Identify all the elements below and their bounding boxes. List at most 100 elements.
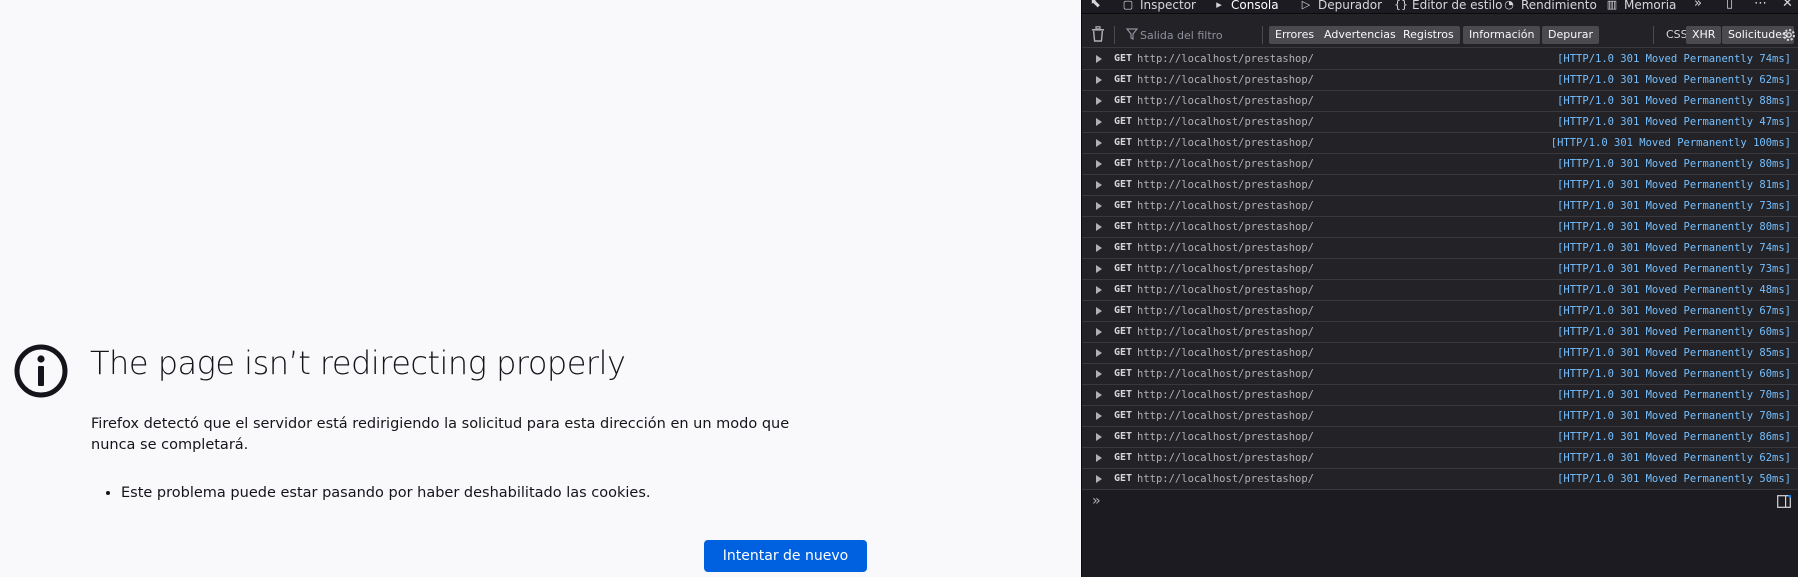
expand-triangle-icon[interactable] [1096, 223, 1102, 231]
log-row[interactable]: GET http://localhost/prestashop/ [HTTP/1.0… [1082, 175, 1798, 196]
log-row[interactable]: GET http://localhost/prestashop/ [HTTP/1.0… [1082, 301, 1798, 322]
expand-triangle-icon[interactable] [1096, 97, 1102, 105]
request-status[interactable]: [HTTP/1.0 301 Moved Permanently 100ms] [1551, 133, 1791, 153]
request-status[interactable]: [HTTP/1.0 301 Moved Permanently 80ms] [1557, 154, 1791, 174]
request-url[interactable]: http://localhost/prestashop/ [1137, 427, 1314, 447]
log-row[interactable]: GET http://localhost/prestashop/ [HTTP/1.0… [1082, 112, 1798, 133]
tab-console[interactable]: ▸ Consola [1213, 0, 1278, 13]
log-row[interactable]: GET http://localhost/prestashop/ [HTTP/1.0… [1082, 49, 1798, 70]
log-row[interactable]: GET http://localhost/prestashop/ [HTTP/1.0… [1082, 385, 1798, 406]
log-row[interactable]: GET http://localhost/prestashop/ [HTTP/1.0… [1082, 259, 1798, 280]
dock-icon[interactable]: ▯ [1726, 0, 1733, 11]
filter-logs-button[interactable]: Registros [1397, 26, 1460, 44]
request-status[interactable]: [HTTP/1.0 301 Moved Permanently 50ms] [1557, 469, 1791, 489]
request-status[interactable]: [HTTP/1.0 301 Moved Permanently 62ms] [1557, 70, 1791, 90]
request-status[interactable]: [HTTP/1.0 301 Moved Permanently 62ms] [1557, 448, 1791, 468]
request-url[interactable]: http://localhost/prestashop/ [1137, 175, 1314, 195]
log-row[interactable]: GET http://localhost/prestashop/ [HTTP/1.0… [1082, 217, 1798, 238]
request-url[interactable]: http://localhost/prestashop/ [1137, 49, 1314, 69]
tab-style-editor[interactable]: {} Editor de estilo [1394, 0, 1503, 13]
request-status[interactable]: [HTTP/1.0 301 Moved Permanently 73ms] [1557, 259, 1791, 279]
request-status[interactable]: [HTTP/1.0 301 Moved Permanently 60ms] [1557, 364, 1791, 384]
filter-xhr-button[interactable]: XHR [1686, 26, 1722, 44]
log-row[interactable]: GET http://localhost/prestashop/ [HTTP/1.0… [1082, 70, 1798, 91]
log-row[interactable]: GET http://localhost/prestashop/ [HTTP/1.0… [1082, 406, 1798, 427]
overflow-chevron-icon[interactable]: » [1694, 0, 1702, 11]
request-status[interactable]: [HTTP/1.0 301 Moved Permanently 74ms] [1557, 49, 1791, 69]
request-status[interactable]: [HTTP/1.0 301 Moved Permanently 70ms] [1557, 406, 1791, 426]
expand-triangle-icon[interactable] [1096, 391, 1102, 399]
request-url[interactable]: http://localhost/prestashop/ [1137, 469, 1314, 489]
log-row[interactable]: GET http://localhost/prestashop/ [HTTP/1.0… [1082, 364, 1798, 385]
expand-triangle-icon[interactable] [1096, 118, 1102, 126]
expand-triangle-icon[interactable] [1096, 202, 1102, 210]
more-options-icon[interactable]: ⋯ [1754, 0, 1767, 11]
request-status[interactable]: [HTTP/1.0 301 Moved Permanently 74ms] [1557, 238, 1791, 258]
trash-icon[interactable] [1091, 26, 1105, 42]
expand-triangle-icon[interactable] [1096, 76, 1102, 84]
request-status[interactable]: [HTTP/1.0 301 Moved Permanently 73ms] [1557, 196, 1791, 216]
request-url[interactable]: http://localhost/prestashop/ [1137, 406, 1314, 426]
request-url[interactable]: http://localhost/prestashop/ [1137, 91, 1314, 111]
request-url[interactable]: http://localhost/prestashop/ [1137, 280, 1314, 300]
tab-debugger[interactable]: ▷ Depurador [1300, 0, 1382, 13]
request-status[interactable]: [HTTP/1.0 301 Moved Permanently 70ms] [1557, 385, 1791, 405]
expand-triangle-icon[interactable] [1096, 181, 1102, 189]
request-url[interactable]: http://localhost/prestashop/ [1137, 301, 1314, 321]
request-url[interactable]: http://localhost/prestashop/ [1137, 133, 1314, 153]
expand-triangle-icon[interactable] [1096, 370, 1102, 378]
filter-info-button[interactable]: Información [1463, 26, 1541, 44]
expand-triangle-icon[interactable] [1096, 307, 1102, 315]
request-url[interactable]: http://localhost/prestashop/ [1137, 322, 1314, 342]
expand-triangle-icon[interactable] [1096, 475, 1102, 483]
log-row[interactable]: GET http://localhost/prestashop/ [HTTP/1.0… [1082, 448, 1798, 469]
request-status[interactable]: [HTTP/1.0 301 Moved Permanently 47ms] [1557, 112, 1791, 132]
gear-icon[interactable] [1781, 27, 1797, 43]
expand-triangle-icon[interactable] [1096, 244, 1102, 252]
log-row[interactable]: GET http://localhost/prestashop/ [HTTP/1.0… [1082, 427, 1798, 448]
editor-mode-icon[interactable] [1777, 495, 1791, 508]
log-row[interactable]: GET http://localhost/prestashop/ [HTTP/1.0… [1082, 280, 1798, 301]
request-url[interactable]: http://localhost/prestashop/ [1137, 112, 1314, 132]
element-picker-icon[interactable]: ⬉ [1090, 0, 1101, 11]
log-row[interactable]: GET http://localhost/prestashop/ [HTTP/1.0… [1082, 343, 1798, 364]
request-status[interactable]: [HTTP/1.0 301 Moved Permanently 48ms] [1557, 280, 1791, 300]
log-row[interactable]: GET http://localhost/prestashop/ [HTTP/1.0… [1082, 196, 1798, 217]
expand-triangle-icon[interactable] [1096, 433, 1102, 441]
close-icon[interactable]: ✕ [1782, 0, 1793, 11]
expand-triangle-icon[interactable] [1096, 349, 1102, 357]
tab-inspector[interactable]: ▢ Inspector [1122, 0, 1196, 13]
request-status[interactable]: [HTTP/1.0 301 Moved Permanently 81ms] [1557, 175, 1791, 195]
request-url[interactable]: http://localhost/prestashop/ [1137, 364, 1314, 384]
expand-triangle-icon[interactable] [1096, 412, 1102, 420]
request-status[interactable]: [HTTP/1.0 301 Moved Permanently 85ms] [1557, 343, 1791, 363]
expand-triangle-icon[interactable] [1096, 454, 1102, 462]
request-url[interactable]: http://localhost/prestashop/ [1137, 154, 1314, 174]
request-status[interactable]: [HTTP/1.0 301 Moved Permanently 60ms] [1557, 322, 1791, 342]
request-url[interactable]: http://localhost/prestashop/ [1137, 259, 1314, 279]
request-url[interactable]: http://localhost/prestashop/ [1137, 70, 1314, 90]
expand-triangle-icon[interactable] [1096, 265, 1102, 273]
retry-button[interactable]: Intentar de nuevo [704, 540, 867, 572]
request-status[interactable]: [HTTP/1.0 301 Moved Permanently 88ms] [1557, 91, 1791, 111]
expand-triangle-icon[interactable] [1096, 160, 1102, 168]
request-url[interactable]: http://localhost/prestashop/ [1137, 448, 1314, 468]
expand-triangle-icon[interactable] [1096, 139, 1102, 147]
tab-memory[interactable]: ▥ Memoria [1606, 0, 1677, 13]
request-status[interactable]: [HTTP/1.0 301 Moved Permanently 86ms] [1557, 427, 1791, 447]
request-url[interactable]: http://localhost/prestashop/ [1137, 343, 1314, 363]
console-input[interactable] [1112, 493, 1752, 511]
filter-input[interactable] [1140, 25, 1258, 45]
request-url[interactable]: http://localhost/prestashop/ [1137, 196, 1314, 216]
log-row[interactable]: GET http://localhost/prestashop/ [HTTP/1.0… [1082, 133, 1798, 154]
filter-warnings-button[interactable]: Advertencias [1318, 26, 1402, 44]
log-row[interactable]: GET http://localhost/prestashop/ [HTTP/1.0… [1082, 469, 1798, 489]
filter-errors-button[interactable]: Errores [1269, 26, 1321, 44]
request-status[interactable]: [HTTP/1.0 301 Moved Permanently 80ms] [1557, 217, 1791, 237]
tab-performance[interactable]: ◔ Rendimiento [1503, 0, 1597, 13]
log-row[interactable]: GET http://localhost/prestashop/ [HTTP/1.0… [1082, 322, 1798, 343]
request-status[interactable]: [HTTP/1.0 301 Moved Permanently 67ms] [1557, 301, 1791, 321]
expand-triangle-icon[interactable] [1096, 286, 1102, 294]
log-row[interactable]: GET http://localhost/prestashop/ [HTTP/1.0… [1082, 91, 1798, 112]
filter-debug-button[interactable]: Depurar [1542, 26, 1599, 44]
